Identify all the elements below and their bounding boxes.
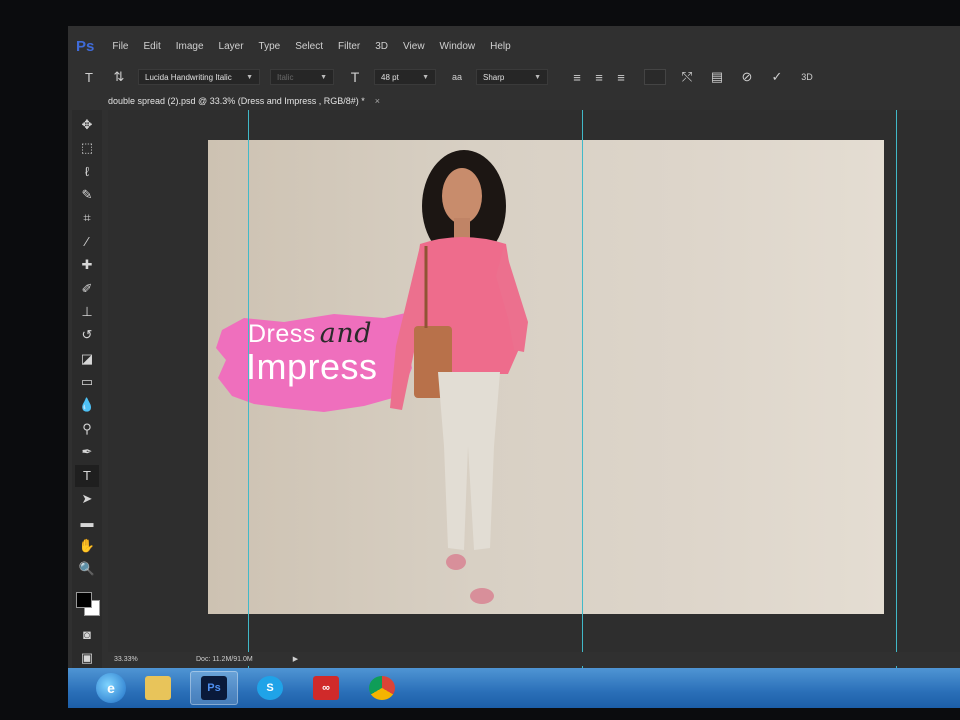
status-bar: 33.33% Doc: 11.2M/91.0M ▶ <box>108 652 960 666</box>
blur-tool-icon[interactable]: 💧 <box>75 395 99 417</box>
creative-cloud-icon: ∞ <box>313 676 339 700</box>
chevron-down-icon: ▼ <box>422 73 429 81</box>
guide-line-left[interactable] <box>248 110 249 670</box>
character-panel-icon[interactable]: ▤ <box>708 68 726 86</box>
quick-mask-icon[interactable]: ◙ <box>75 623 99 645</box>
document-size: Doc: 11.2M/91.0M <box>196 655 253 663</box>
align-right-icon[interactable]: ≡ <box>612 68 630 86</box>
menu-filter[interactable]: Filter <box>338 41 360 52</box>
chevron-down-icon: ▼ <box>320 73 327 81</box>
taskbar-skype[interactable]: S <box>246 671 294 705</box>
warp-text-icon[interactable]: ⤲ <box>678 68 696 86</box>
font-size-value: 48 pt <box>381 72 399 82</box>
menu-image[interactable]: Image <box>176 41 204 52</box>
healing-brush-tool-icon[interactable]: ✚ <box>75 254 99 276</box>
align-center-icon[interactable]: ≡ <box>590 68 608 86</box>
marquee-tool-icon[interactable]: ⬚ <box>75 137 99 159</box>
font-size-select[interactable]: 48 pt ▼ <box>374 69 436 85</box>
status-menu-arrow-icon[interactable]: ▶ <box>293 655 298 663</box>
taskbar-file-explorer[interactable] <box>134 671 182 705</box>
menu-3d[interactable]: 3D <box>375 41 388 52</box>
eraser-tool-icon[interactable]: ◪ <box>75 348 99 370</box>
photoshop-window: Ps File Edit Image Layer Type Select Fil… <box>68 26 960 708</box>
photoshop-logo: Ps <box>76 37 95 55</box>
font-style-value: Italic <box>277 72 294 82</box>
brush-tool-icon[interactable]: ✐ <box>75 278 99 300</box>
photoshop-icon: Ps <box>201 676 227 700</box>
headline-line-1[interactable]: Dress and <box>248 318 372 349</box>
menu-window[interactable]: Window <box>440 41 476 52</box>
headline-dress: Dress <box>248 320 316 348</box>
font-size-icon: T <box>350 69 360 85</box>
model-photo <box>390 150 528 604</box>
options-bar: T ⇅ Lucida Handwriting Italic ▼ Italic ▼… <box>68 62 960 92</box>
menu-layer[interactable]: Layer <box>219 41 244 52</box>
commit-check-icon[interactable]: ✓ <box>768 68 786 86</box>
quick-select-tool-icon[interactable]: ✎ <box>75 184 99 206</box>
cancel-icon[interactable]: ⊘ <box>738 68 756 86</box>
menu-select[interactable]: Select <box>295 41 323 52</box>
color-swatches[interactable] <box>74 588 100 618</box>
document-canvas[interactable]: Dress and Impress <box>208 140 884 614</box>
gradient-tool-icon[interactable]: ▭ <box>75 371 99 393</box>
clone-stamp-tool-icon[interactable]: ⊥ <box>75 301 99 323</box>
move-tool-icon[interactable]: ✥ <box>75 114 99 136</box>
font-style-select[interactable]: Italic ▼ <box>270 69 334 85</box>
rectangle-tool-icon[interactable]: ▬ <box>75 511 99 533</box>
crop-tool-icon[interactable]: ⌗ <box>75 208 99 230</box>
eyedropper-tool-icon[interactable]: ⁄ <box>75 231 99 253</box>
text-orientation-icon[interactable]: ⇅ <box>110 68 128 86</box>
dodge-tool-icon[interactable]: ⚲ <box>75 418 99 440</box>
history-brush-tool-icon[interactable]: ↺ <box>75 324 99 346</box>
font-family-value: Lucida Handwriting Italic <box>145 72 232 82</box>
antialias-icon: aa <box>451 72 462 82</box>
windows-taskbar: e Ps S ∞ <box>68 668 960 708</box>
type-tool-preset-icon[interactable]: T <box>80 68 98 86</box>
guide-line-right[interactable] <box>896 110 897 670</box>
chrome-icon <box>369 676 395 700</box>
canvas-area[interactable]: Dress and Impress <box>108 110 960 670</box>
antialias-value: Sharp <box>483 72 505 82</box>
document-tab[interactable]: double spread (2).psd @ 33.3% (Dress and… <box>108 92 380 110</box>
headline-impress[interactable]: Impress <box>246 346 378 388</box>
folder-icon <box>145 676 171 700</box>
type-tool-icon[interactable]: T <box>75 464 99 487</box>
taskbar-photoshop[interactable]: Ps <box>190 671 238 705</box>
3d-text-icon[interactable]: 3D <box>798 68 816 86</box>
align-left-icon[interactable]: ≡ <box>568 68 586 86</box>
menu-view[interactable]: View <box>403 41 425 52</box>
font-family-select[interactable]: Lucida Handwriting Italic ▼ <box>138 69 260 85</box>
text-color-swatch[interactable] <box>644 69 666 85</box>
tools-panel: ✥ ⬚ ℓ ✎ ⌗ ⁄ ✚ ✐ ⊥ ↺ ◪ ▭ 💧 ⚲ ✒ T ➤ ▬ ✋ 🔍 … <box>72 110 102 670</box>
path-select-tool-icon[interactable]: ➤ <box>75 488 99 510</box>
chevron-down-icon: ▼ <box>246 73 253 81</box>
chevron-down-icon: ▼ <box>534 73 541 81</box>
guide-line-center[interactable] <box>582 110 583 670</box>
skype-icon: S <box>257 676 283 700</box>
lasso-tool-icon[interactable]: ℓ <box>75 161 99 183</box>
menu-edit[interactable]: Edit <box>143 41 160 52</box>
menu-help[interactable]: Help <box>490 41 511 52</box>
zoom-tool-icon[interactable]: 🔍 <box>75 558 99 580</box>
pen-tool-icon[interactable]: ✒ <box>75 441 99 463</box>
headline-and: and <box>319 318 373 349</box>
menu-bar: Ps File Edit Image Layer Type Select Fil… <box>68 32 960 60</box>
foreground-color[interactable] <box>76 591 92 608</box>
menu-type[interactable]: Type <box>259 41 281 52</box>
hand-tool-icon[interactable]: ✋ <box>75 535 99 557</box>
screen-mode-icon[interactable]: ▣ <box>75 647 99 669</box>
taskbar-creative-cloud[interactable]: ∞ <box>302 671 350 705</box>
zoom-level[interactable]: 33.33% <box>114 656 184 663</box>
internet-explorer-icon[interactable]: e <box>96 673 126 703</box>
menu-file[interactable]: File <box>112 41 128 52</box>
taskbar-chrome[interactable] <box>358 671 406 705</box>
close-icon[interactable]: × <box>375 96 380 106</box>
antialias-select[interactable]: Sharp ▼ <box>476 69 548 85</box>
document-tab-title: double spread (2).psd @ 33.3% (Dress and… <box>108 96 365 106</box>
